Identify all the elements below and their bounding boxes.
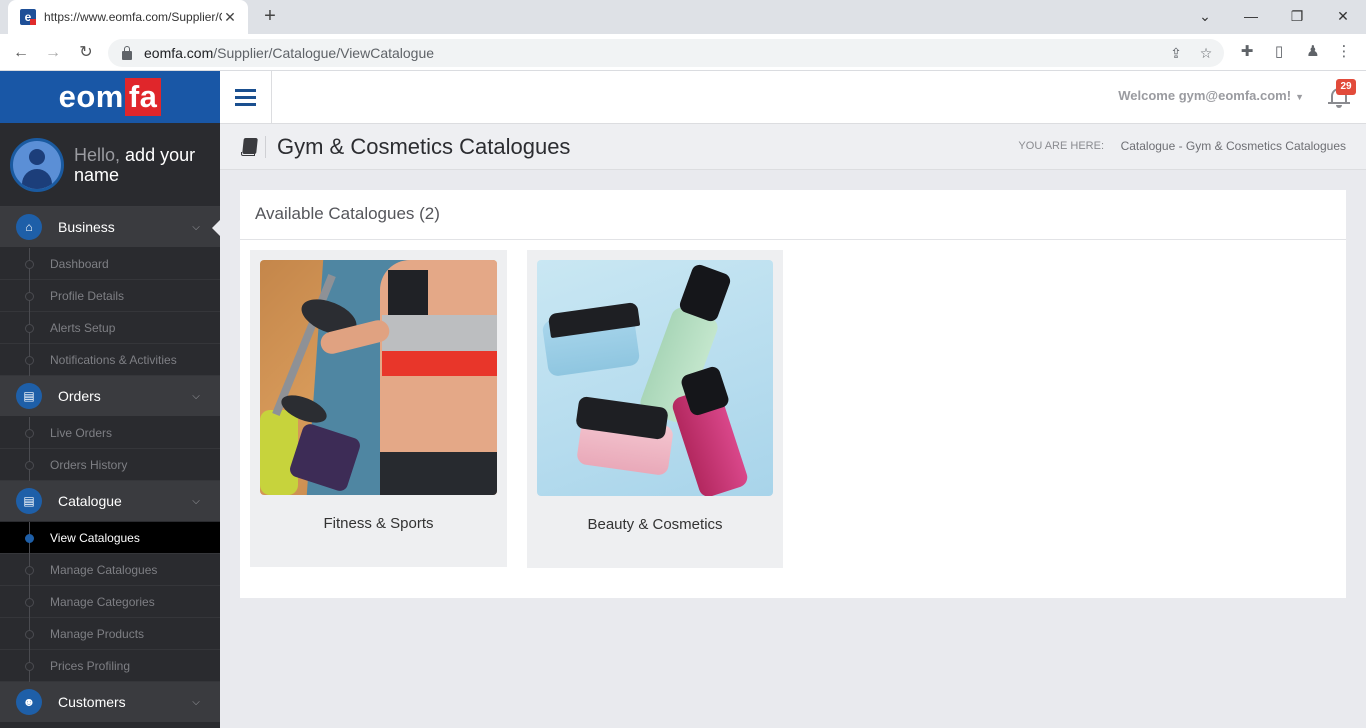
- sidebar-section-orders[interactable]: ▤ Orders ⌵: [0, 376, 220, 417]
- sidebar-item-manage-products[interactable]: Manage Products: [0, 618, 220, 650]
- catalogue-name[interactable]: Beauty & Cosmetics: [527, 516, 783, 533]
- logo-accent-text: fa: [124, 78, 162, 116]
- sidebar-item-prices-profiling[interactable]: Prices Profiling: [0, 650, 220, 682]
- url-text: eomfa.com/Supplier/Catalogue/ViewCatalog…: [144, 45, 435, 61]
- breadcrumb[interactable]: Catalogue - Gym & Cosmetics Catalogues: [1121, 139, 1346, 153]
- chevron-down-icon: ⌵: [192, 390, 200, 402]
- app-header: Welcome gym@eomfa.com! ▼ 29: [220, 71, 1366, 124]
- share-icon[interactable]: ⇪: [1168, 45, 1184, 61]
- chevron-down-icon: ⌵: [192, 495, 200, 507]
- caret-down-icon: ▼: [1295, 92, 1304, 102]
- catalogues-panel: Available Catalogues (2) Fitness & Sport…: [240, 190, 1346, 598]
- panel-heading: Available Catalogues (2): [240, 190, 1346, 240]
- sidebar-item-profile-details[interactable]: Profile Details: [0, 280, 220, 312]
- extensions-icon[interactable]: ✚: [1237, 42, 1257, 62]
- menu-toggle-icon[interactable]: [220, 71, 272, 123]
- tab-title: https://www.eomfa.com/Supplier/Catalogue…: [44, 10, 222, 24]
- catalogue-image-beauty[interactable]: [537, 260, 773, 496]
- greeting: Hello, add your name: [74, 144, 196, 185]
- profile-icon[interactable]: ♟: [1303, 42, 1323, 62]
- site-favicon-icon: e: [20, 9, 36, 25]
- lock-icon: [122, 45, 132, 60]
- side-panel-icon[interactable]: ▯: [1269, 42, 1289, 62]
- catalogue-image-fitness[interactable]: [260, 260, 497, 495]
- sidebar-item-alerts-setup[interactable]: Alerts Setup: [0, 312, 220, 344]
- browser-tab[interactable]: e https://www.eomfa.com/Supplier/Catalog…: [8, 0, 248, 34]
- minimize-icon[interactable]: —: [1241, 6, 1261, 26]
- browser-toolbar: ← → ↻ eomfa.com/Supplier/Catalogue/ViewC…: [0, 34, 1366, 71]
- forward-icon[interactable]: →: [42, 42, 64, 64]
- close-window-icon[interactable]: ✕: [1333, 6, 1353, 26]
- back-icon[interactable]: ←: [10, 42, 32, 64]
- new-tab-icon[interactable]: +: [260, 6, 280, 26]
- user-menu[interactable]: Welcome gym@eomfa.com! ▼: [1118, 88, 1304, 103]
- page-header: Gym & Cosmetics Catalogues YOU ARE HERE:…: [220, 124, 1366, 170]
- sidebar-item-notifications[interactable]: Notifications & Activities: [0, 344, 220, 376]
- notification-badge: 29: [1336, 79, 1356, 95]
- restore-icon[interactable]: ❐: [1287, 6, 1307, 26]
- sidebar-item-manage-catalogues[interactable]: Manage Catalogues: [0, 554, 220, 586]
- page-title: Gym & Cosmetics Catalogues: [277, 134, 571, 159]
- sidebar: eom fa Hello, add your name ⌂ Business ⌵ …: [0, 71, 220, 728]
- tab-search-icon[interactable]: ⌄: [1195, 6, 1215, 26]
- browser-menu-icon[interactable]: ⋮: [1334, 42, 1354, 62]
- bookmark-star-icon[interactable]: ☆: [1198, 45, 1214, 61]
- book-icon: ▤: [16, 488, 42, 514]
- address-bar[interactable]: eomfa.com/Supplier/Catalogue/ViewCatalog…: [108, 39, 1224, 67]
- book-icon: [240, 138, 258, 157]
- sidebar-section-catalogue[interactable]: ▤ Catalogue ⌵: [0, 481, 220, 522]
- chevron-down-icon: ⌵: [192, 221, 200, 233]
- sidebar-item-manage-categories[interactable]: Manage Categories: [0, 586, 220, 618]
- home-icon: ⌂: [16, 214, 42, 240]
- sidebar-section-business[interactable]: ⌂ Business ⌵: [0, 207, 220, 248]
- notifications-bell-icon[interactable]: 29: [1328, 79, 1356, 109]
- avatar: [10, 137, 64, 192]
- close-tab-icon[interactable]: ✕: [222, 9, 238, 26]
- browser-tab-bar: e https://www.eomfa.com/Supplier/Catalog…: [0, 0, 1366, 34]
- user-profile[interactable]: Hello, add your name: [0, 123, 220, 207]
- sidebar-item-orders-history[interactable]: Orders History: [0, 449, 220, 481]
- chevron-down-icon: ⌵: [192, 696, 200, 708]
- catalogue-name[interactable]: Fitness & Sports: [250, 515, 507, 532]
- reload-icon[interactable]: ↻: [75, 42, 97, 64]
- sidebar-item-dashboard[interactable]: Dashboard: [0, 248, 220, 280]
- logo-text: eom: [58, 79, 124, 114]
- sidebar-item-view-catalogues[interactable]: View Catalogues: [0, 522, 220, 554]
- breadcrumb-label: YOU ARE HERE:: [1018, 140, 1104, 152]
- catalogue-card-beauty[interactable]: Beauty & Cosmetics: [527, 250, 783, 568]
- catalogue-card-fitness[interactable]: Fitness & Sports: [250, 250, 507, 567]
- logo[interactable]: eom fa: [0, 71, 220, 123]
- users-icon: ☻: [16, 689, 42, 715]
- sidebar-item-live-orders[interactable]: Live Orders: [0, 417, 220, 449]
- book-icon: ▤: [16, 383, 42, 409]
- sidebar-section-customers[interactable]: ☻ Customers ⌵: [0, 682, 220, 723]
